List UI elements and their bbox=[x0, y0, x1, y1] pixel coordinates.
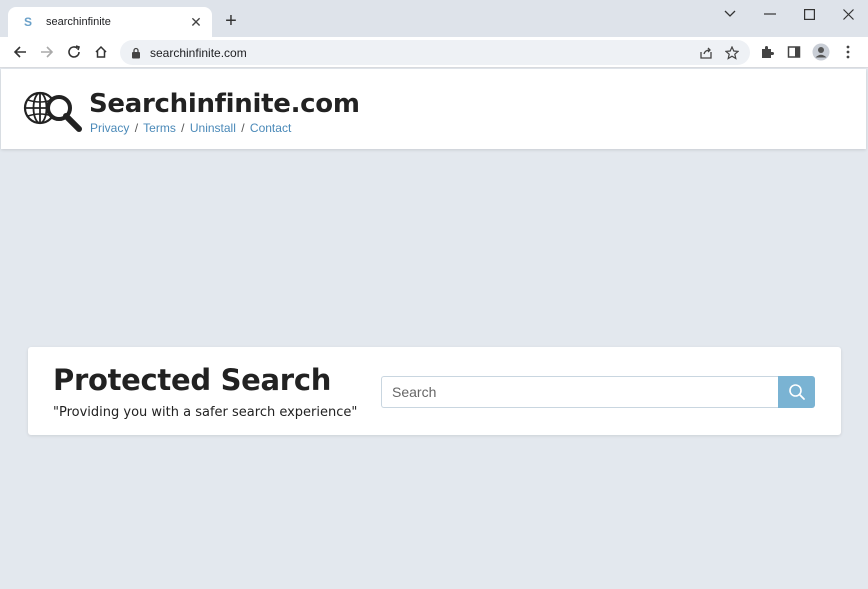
lock-icon[interactable] bbox=[130, 47, 142, 59]
close-icon[interactable] bbox=[838, 6, 858, 22]
search-input[interactable] bbox=[381, 376, 779, 408]
terms-link[interactable]: Terms bbox=[143, 121, 176, 135]
link-separator: / bbox=[181, 121, 185, 135]
search-card: Protected Search "Providing you with a s… bbox=[28, 347, 841, 435]
new-tab-icon[interactable]: + bbox=[222, 11, 240, 31]
search-button[interactable] bbox=[778, 376, 815, 408]
tab-favicon: S bbox=[23, 15, 32, 29]
share-icon[interactable] bbox=[698, 45, 714, 61]
browser-titlebar: S searchinfinite ✕ + bbox=[0, 0, 868, 37]
chevron-down-icon[interactable] bbox=[720, 6, 740, 22]
search-icon bbox=[788, 383, 806, 401]
card-subtitle: "Providing you with a safer search exper… bbox=[53, 405, 358, 420]
back-icon[interactable] bbox=[11, 43, 29, 61]
profile-icon[interactable] bbox=[812, 43, 830, 61]
site-name[interactable]: Searchinfinite.com bbox=[89, 89, 360, 119]
uninstall-link[interactable]: Uninstall bbox=[190, 121, 236, 135]
site-links: Privacy / Terms / Uninstall / Contact bbox=[90, 121, 291, 135]
browser-tab[interactable]: S searchinfinite ✕ bbox=[8, 7, 212, 37]
link-separator: / bbox=[241, 121, 245, 135]
extensions-icon[interactable] bbox=[758, 43, 776, 61]
url-text: searchinfinite.com bbox=[150, 45, 247, 60]
browser-toolbar: searchinfinite.com bbox=[0, 37, 868, 68]
side-panel-icon[interactable] bbox=[785, 43, 803, 61]
link-separator: / bbox=[134, 121, 139, 135]
tab-title: searchinfinite bbox=[46, 16, 111, 28]
home-icon[interactable] bbox=[92, 43, 110, 61]
contact-link[interactable]: Contact bbox=[250, 121, 291, 135]
reload-icon[interactable] bbox=[65, 43, 83, 61]
privacy-link[interactable]: Privacy bbox=[90, 121, 129, 135]
forward-icon[interactable] bbox=[38, 43, 56, 61]
site-header: Searchinfinite.com Privacy / Terms / Uni… bbox=[1, 69, 866, 149]
maximize-icon[interactable] bbox=[799, 6, 819, 22]
minimize-icon[interactable] bbox=[760, 6, 780, 22]
tab-close-icon[interactable]: ✕ bbox=[188, 14, 204, 30]
address-bar[interactable]: searchinfinite.com bbox=[120, 40, 750, 65]
card-title: Protected Search bbox=[53, 363, 332, 397]
star-icon[interactable] bbox=[724, 45, 740, 61]
globe-magnifier-icon[interactable] bbox=[23, 91, 83, 133]
menu-icon[interactable] bbox=[839, 43, 857, 61]
